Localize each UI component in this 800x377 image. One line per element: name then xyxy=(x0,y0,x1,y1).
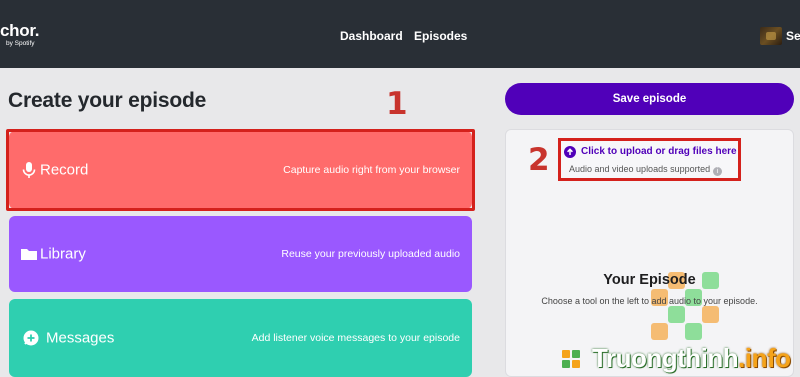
watermark-name: Truongthinh xyxy=(592,343,739,373)
upload-link[interactable]: Click to upload or drag files here xyxy=(581,146,737,157)
annotation-number-1: 1 xyxy=(386,86,408,122)
upload-note-text: Audio and video uploads supported xyxy=(569,164,711,174)
logo-subtext: by Spotify xyxy=(6,40,35,47)
top-nav-bar: chor. by Spotify Dashboard Episodes Se xyxy=(0,0,800,68)
microphone-icon xyxy=(22,162,36,178)
page-title: Create your episode xyxy=(8,89,207,112)
watermark-logo-icon xyxy=(562,350,580,368)
messages-tool-button[interactable]: Messages Add listener voice messages to … xyxy=(9,299,472,377)
your-episode-subtitle: Choose a tool on the left to add audio t… xyxy=(541,296,758,306)
record-tool-button[interactable]: Record Capture audio right from your bro… xyxy=(9,131,472,209)
messages-label: Messages xyxy=(46,329,115,347)
library-tool-button[interactable]: Library Reuse your previously uploaded a… xyxy=(9,216,472,292)
upload-note: Audio and video uploads supported i xyxy=(569,164,723,176)
nav-dashboard-link[interactable]: Dashboard xyxy=(340,29,403,43)
library-label: Library xyxy=(40,245,86,263)
nav-settings-link[interactable]: Se xyxy=(786,29,800,43)
avatar[interactable] xyxy=(760,27,782,45)
watermark-tld: .info xyxy=(738,343,791,373)
upload-arrow-icon xyxy=(564,146,576,158)
upload-area[interactable]: Click to upload or drag files here Audio… xyxy=(558,138,741,181)
anchor-logo[interactable]: chor. by Spotify xyxy=(0,22,39,47)
library-description: Reuse your previously uploaded audio xyxy=(281,248,460,260)
watermark-text: Truongthinh.info xyxy=(592,343,791,374)
your-episode-title: Your Episode xyxy=(603,272,696,288)
messages-description: Add listener voice messages to your epis… xyxy=(251,332,460,344)
save-episode-button[interactable]: Save episode xyxy=(505,83,794,115)
record-description: Capture audio right from your browser xyxy=(283,164,460,176)
info-icon[interactable]: i xyxy=(713,167,723,176)
nav-episodes-link[interactable]: Episodes xyxy=(414,29,467,43)
logo-text: chor. xyxy=(0,21,40,40)
message-plus-icon xyxy=(23,330,39,346)
folder-icon xyxy=(21,249,37,260)
record-label: Record xyxy=(40,161,89,179)
annotation-number-2: 2 xyxy=(528,142,550,178)
